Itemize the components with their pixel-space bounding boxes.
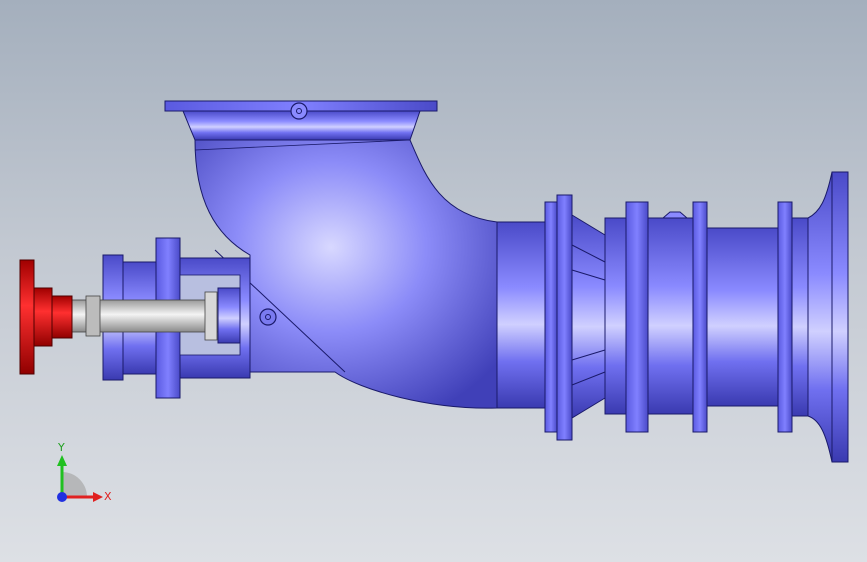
x-axis-label: X <box>104 490 112 503</box>
axis-triad: Y X <box>57 441 112 503</box>
triad-quadrant-icon <box>62 472 87 497</box>
outlet-bolt-icon <box>290 102 308 120</box>
z-axis-icon <box>57 492 67 502</box>
3d-graphics-viewport[interactable]: Y X <box>0 0 867 562</box>
y-axis-label: Y <box>57 441 65 454</box>
outlet-flange[interactable] <box>164 100 438 141</box>
pump-model[interactable] <box>0 0 867 562</box>
inspection-plug-icon <box>259 308 277 326</box>
coupling[interactable] <box>19 259 73 375</box>
inlet-casing[interactable] <box>496 171 849 463</box>
